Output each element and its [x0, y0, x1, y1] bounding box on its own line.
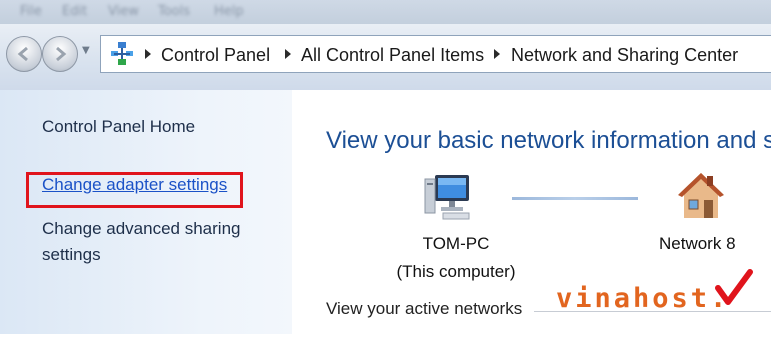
- menu-bar: File Edit View Tools Help: [0, 0, 771, 24]
- computer-name: TOM-PC: [422, 234, 490, 253]
- watermark-logo: vinahost.: [556, 283, 730, 314]
- breadcrumb-network-sharing[interactable]: Network and Sharing Center: [511, 45, 738, 66]
- house-icon[interactable]: [676, 170, 726, 222]
- network-folder-icon: [111, 42, 133, 65]
- breadcrumb-control-panel[interactable]: Control Panel: [161, 45, 270, 66]
- sidebar-item-label: Change advanced sharing: [42, 219, 241, 238]
- sidebar-item-label: settings: [42, 245, 101, 264]
- menu-file[interactable]: File: [20, 4, 42, 19]
- breadcrumb-separator[interactable]: [285, 49, 291, 59]
- computer-subtitle: (This computer): [396, 262, 516, 281]
- active-networks-heading: View your active networks: [326, 299, 523, 318]
- menu-view[interactable]: View: [108, 4, 139, 19]
- page-title: View your basic network information and …: [326, 127, 771, 154]
- network-name: Network 8: [659, 234, 736, 253]
- breadcrumb-separator[interactable]: [145, 49, 151, 59]
- checkmark-icon: [715, 269, 753, 305]
- recent-pages-dropdown[interactable]: ▼: [82, 45, 90, 56]
- menu-tools[interactable]: Tools: [158, 4, 190, 19]
- breadcrumb-separator[interactable]: [494, 49, 500, 59]
- connection-line: [512, 197, 638, 200]
- forward-button[interactable]: [42, 36, 78, 72]
- menu-help[interactable]: Help: [214, 4, 244, 19]
- address-bar[interactable]: Control Panel All Control Panel Items Ne…: [100, 35, 771, 73]
- arrow-left-icon: [17, 46, 28, 62]
- highlight-box: [26, 172, 243, 208]
- sidebar-item-home[interactable]: Control Panel Home: [42, 114, 195, 140]
- computer-icon[interactable]: [423, 171, 475, 223]
- arrow-right-icon: [56, 46, 67, 62]
- menu-edit[interactable]: Edit: [62, 4, 87, 19]
- breadcrumb-all-items[interactable]: All Control Panel Items: [301, 45, 484, 66]
- window-footer: [0, 334, 771, 350]
- sidebar-item-sharing-settings[interactable]: Change advanced sharing settings: [42, 216, 240, 268]
- back-button[interactable]: [6, 36, 42, 72]
